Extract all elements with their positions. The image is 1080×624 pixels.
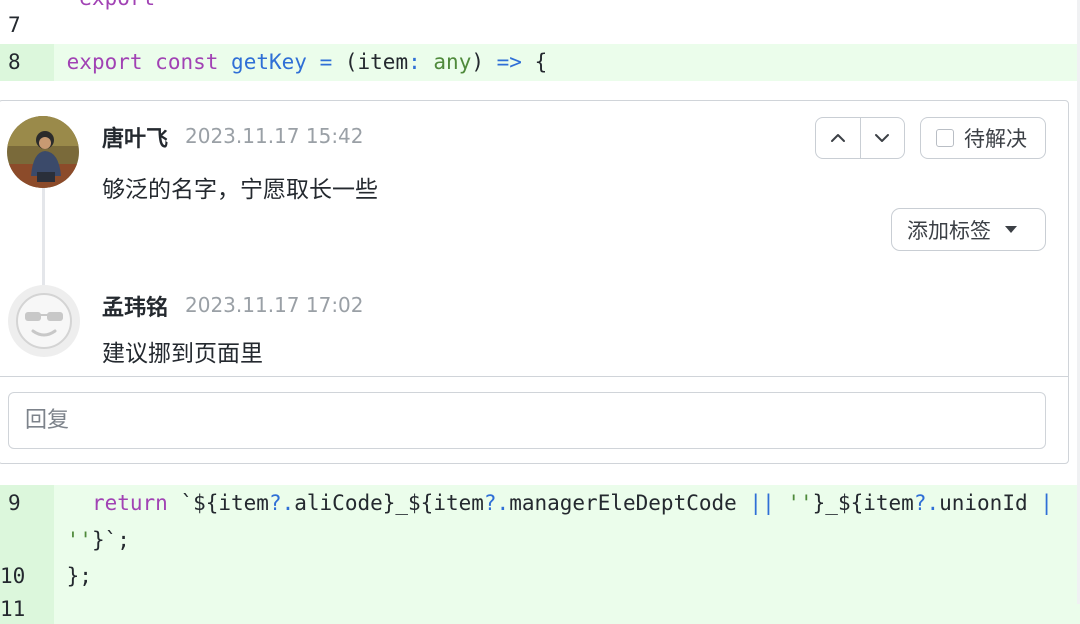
resolve-toggle[interactable]: 待解决 bbox=[920, 117, 1046, 159]
comment-time: 2023.11.17 15:42 bbox=[185, 124, 364, 148]
code-token: ?. bbox=[268, 491, 295, 515]
line-number: 8 bbox=[0, 44, 54, 81]
reply-input[interactable] bbox=[8, 392, 1046, 449]
code-token: ?. bbox=[483, 491, 510, 515]
comment-body: 建议挪到页面里 bbox=[102, 341, 263, 367]
code-line-9-wrap: ''}`; bbox=[0, 522, 1080, 558]
chevron-up-icon bbox=[830, 134, 845, 142]
code-token: }`; bbox=[91, 528, 130, 552]
code-token: (item bbox=[344, 50, 409, 74]
thread-connector bbox=[42, 182, 45, 287]
code-token: '' bbox=[66, 528, 92, 552]
previous-comment-button[interactable] bbox=[816, 118, 860, 158]
code-token: return bbox=[91, 491, 168, 515]
code-text: ''}`; bbox=[54, 522, 1080, 558]
line-number: 10 bbox=[0, 558, 54, 594]
code-text: return `${item?.aliCode}_${item?.manager… bbox=[54, 485, 1080, 522]
next-comment-button[interactable] bbox=[859, 118, 905, 158]
code-token: }; bbox=[66, 564, 92, 588]
resolve-checkbox[interactable] bbox=[936, 129, 954, 147]
code-token: export bbox=[66, 50, 143, 74]
comment-author: 唐叶飞 bbox=[102, 127, 169, 152]
line-number: 9 bbox=[0, 485, 54, 522]
add-tag-label: 添加标签 bbox=[907, 218, 991, 243]
line-number: 11 bbox=[0, 594, 54, 624]
code-token: getKey bbox=[231, 50, 307, 74]
comment-nav bbox=[815, 117, 905, 159]
code-token: { bbox=[534, 50, 548, 74]
code-line-11: 11 bbox=[0, 594, 1080, 624]
code-token: const bbox=[155, 50, 219, 74]
code-token: managerEleDeptCode bbox=[509, 491, 750, 515]
code-token: '' bbox=[774, 491, 813, 515]
divider bbox=[0, 376, 1069, 377]
code-token: any bbox=[433, 50, 472, 74]
avatar bbox=[7, 116, 79, 188]
line-number bbox=[0, 522, 54, 558]
code-token: | bbox=[1040, 491, 1053, 515]
avatar bbox=[8, 285, 80, 357]
comment-body: 够泛的名字，宁愿取长一些 bbox=[102, 177, 378, 203]
resolve-label: 待解决 bbox=[964, 127, 1027, 151]
code-token: || bbox=[749, 491, 775, 515]
code-token: `${item bbox=[167, 491, 269, 515]
code-line-8: 8 export const getKey = (item: any) => { bbox=[0, 44, 1080, 81]
chevron-down-icon bbox=[875, 134, 890, 142]
code-token: aliCode}_${item bbox=[294, 491, 484, 515]
code-line-9: 9 return `${item?.aliCode}_${item?.manag… bbox=[0, 485, 1080, 522]
photo-avatar-icon bbox=[7, 116, 79, 188]
code-token: ?. bbox=[913, 491, 940, 515]
code-token: = bbox=[319, 50, 333, 74]
code-line-7: 7 bbox=[0, 10, 1080, 40]
comment-time: 2023.11.17 17:02 bbox=[185, 293, 364, 317]
code-token: : bbox=[408, 50, 421, 74]
caret-down-icon bbox=[1005, 225, 1017, 233]
sunglasses-face-avatar-icon bbox=[8, 285, 80, 357]
code-token: => bbox=[496, 50, 522, 74]
comment-author: 孟玮铭 bbox=[102, 296, 169, 321]
code-line-10: 10 }; bbox=[0, 558, 1080, 594]
code-token: ) bbox=[471, 50, 484, 74]
add-tag-dropdown[interactable]: 添加标签 bbox=[891, 208, 1046, 251]
code-token: }_${item bbox=[812, 491, 914, 515]
line-number: 7 bbox=[8, 13, 21, 37]
code-text: }; bbox=[54, 558, 1080, 594]
code-token: unionId bbox=[939, 491, 1041, 515]
code-text bbox=[54, 594, 1080, 624]
code-text: export const getKey = (item: any) => { bbox=[54, 44, 1080, 81]
